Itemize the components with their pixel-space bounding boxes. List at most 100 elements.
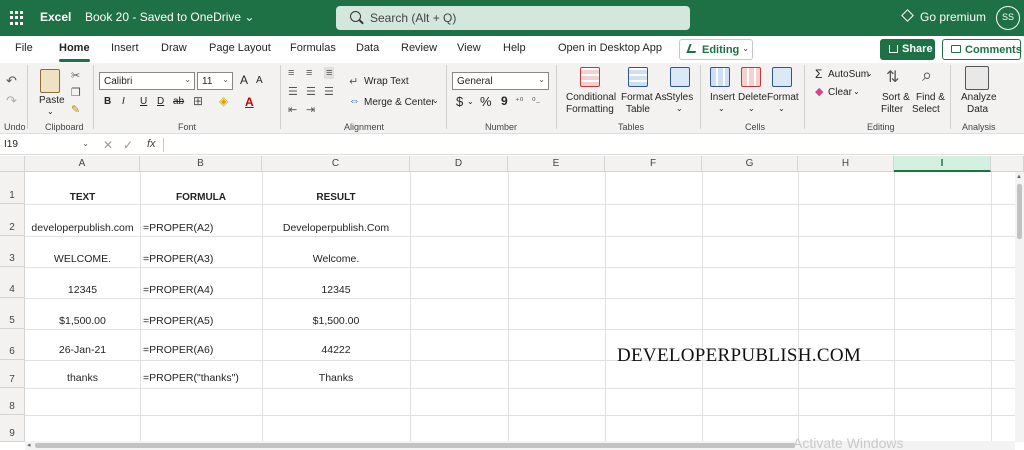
select-all-corner[interactable]	[0, 156, 25, 172]
document-name[interactable]: Book 20 - Saved to OneDrive ⌄	[85, 10, 254, 24]
vertical-scrollbar[interactable]: ▲	[1015, 172, 1024, 442]
row-header[interactable]: 7	[0, 360, 25, 388]
scrollbar-thumb[interactable]	[35, 443, 795, 448]
cell-b7[interactable]: =PROPER("thanks")	[143, 372, 239, 384]
scroll-up-icon[interactable]: ▲	[1016, 174, 1022, 180]
open-in-desktop-app[interactable]: Open in Desktop App	[558, 42, 662, 54]
column-header[interactable]: D	[410, 156, 508, 172]
decrease-indent-icon[interactable]: ⇤	[288, 103, 297, 116]
underline-button[interactable]: U	[140, 96, 147, 107]
column-header-partial[interactable]	[991, 156, 1024, 172]
autosum-button[interactable]: AutoSum	[828, 69, 869, 80]
cancel-icon[interactable]: ✕	[103, 138, 113, 152]
tab-review[interactable]: Review	[401, 42, 437, 54]
delete-cells-button[interactable]: Delete	[738, 92, 767, 103]
cell-c4[interactable]: 12345	[262, 284, 410, 296]
search-box[interactable]: Search (Alt + Q)	[336, 6, 690, 30]
align-center-icon[interactable]: ☰	[306, 85, 316, 98]
redo-icon[interactable]: ↷	[6, 93, 17, 109]
share-button[interactable]: Share	[880, 39, 935, 60]
avatar[interactable]: SS	[996, 6, 1020, 30]
cell-a2[interactable]: developerpublish.com	[25, 222, 140, 234]
shrink-font-button[interactable]: A	[256, 75, 263, 86]
format-cells-button[interactable]: Format	[767, 92, 799, 103]
paste-icon[interactable]	[40, 69, 60, 93]
copy-icon[interactable]: ❐	[71, 86, 81, 99]
tab-home[interactable]: Home	[59, 42, 90, 62]
autosum-icon[interactable]: Σ	[815, 67, 822, 81]
currency-button[interactable]: $	[456, 94, 463, 109]
chevron-down-icon[interactable]: ⌄	[676, 104, 683, 113]
cell-a6[interactable]: 26-Jan-21	[25, 344, 140, 356]
font-size-select[interactable]: 11 ⌄	[197, 72, 233, 90]
scrollbar-thumb[interactable]	[1017, 184, 1022, 239]
cell-b6[interactable]: =PROPER(A6)	[143, 344, 213, 356]
cell-styles-button[interactable]: Styles	[666, 92, 693, 103]
align-bottom-icon[interactable]: ≡	[324, 67, 335, 79]
chevron-down-icon[interactable]: ⌄	[778, 104, 785, 113]
merge-center-button[interactable]: Merge & Center	[364, 97, 435, 108]
comments-button[interactable]: Comments	[942, 39, 1022, 60]
increase-decimal-icon[interactable]: ⁺⁰	[515, 96, 523, 107]
chevron-down-icon[interactable]: ⌄	[748, 104, 755, 113]
tab-insert[interactable]: Insert	[111, 42, 139, 54]
row-header[interactable]: 3	[0, 236, 25, 267]
grow-font-button[interactable]: A	[240, 73, 248, 87]
tab-help[interactable]: Help	[503, 42, 526, 54]
enter-icon[interactable]: ✓	[123, 138, 133, 152]
percent-button[interactable]: %	[480, 94, 492, 109]
chevron-down-icon[interactable]: ⌄	[432, 96, 439, 105]
italic-button[interactable]: I	[122, 96, 125, 107]
font-name-select[interactable]: Calibri ⌄	[99, 72, 195, 90]
find-select-button[interactable]: Find &	[916, 92, 945, 103]
column-header[interactable]: C	[262, 156, 410, 172]
bold-button[interactable]: B	[104, 96, 111, 107]
undo-icon[interactable]: ↶	[6, 73, 17, 89]
clear-button[interactable]: Clear	[828, 87, 852, 98]
scroll-left-icon[interactable]: ◂	[27, 441, 31, 449]
cell-c5[interactable]: $1,500.00	[262, 315, 410, 327]
insert-function-button[interactable]: fx	[147, 138, 156, 150]
row-header[interactable]: 9	[0, 415, 25, 442]
row-header[interactable]: 4	[0, 267, 25, 298]
paste-button[interactable]: Paste	[39, 95, 65, 106]
column-header[interactable]: B	[140, 156, 262, 172]
app-name[interactable]: Excel	[40, 10, 71, 24]
cell-a1[interactable]: TEXT	[25, 192, 140, 203]
analyze-data-button[interactable]: Analyze	[961, 92, 997, 103]
cell-c2[interactable]: Developerpublish.Com	[262, 222, 410, 234]
cell-c6[interactable]: 44222	[262, 344, 410, 356]
format-painter-icon[interactable]: ✎	[71, 103, 80, 116]
borders-icon[interactable]: ⊞	[193, 94, 203, 108]
decrease-decimal-icon[interactable]: ⁰₋	[532, 96, 540, 107]
column-header[interactable]: A	[25, 156, 140, 172]
column-header[interactable]: G	[702, 156, 798, 172]
tab-page-layout[interactable]: Page Layout	[209, 42, 271, 54]
chevron-down-icon[interactable]: ⌄	[853, 87, 860, 96]
tab-view[interactable]: View	[457, 42, 481, 54]
cell-c3[interactable]: Welcome.	[262, 253, 410, 265]
font-color-icon[interactable]: A	[245, 95, 254, 109]
chevron-down-icon[interactable]: ⌄	[718, 104, 725, 113]
increase-indent-icon[interactable]: ⇥	[306, 103, 315, 116]
cell-c7[interactable]: Thanks	[262, 372, 410, 384]
align-middle-icon[interactable]: ≡	[306, 67, 312, 79]
cut-icon[interactable]: ✂	[71, 69, 80, 82]
double-underline-button[interactable]: D	[157, 96, 164, 107]
tab-file[interactable]: File	[15, 42, 33, 54]
name-box[interactable]: I19 ⌄	[0, 135, 92, 155]
merge-center-icon[interactable]: ⇔	[349, 95, 360, 107]
column-header[interactable]: F	[605, 156, 702, 172]
chevron-down-icon[interactable]: ⌄	[866, 69, 873, 78]
cell-a7[interactable]: thanks	[25, 372, 140, 384]
row-header[interactable]: 1	[0, 172, 25, 204]
tab-draw[interactable]: Draw	[161, 42, 187, 54]
row-header[interactable]: 6	[0, 329, 25, 360]
eraser-icon[interactable]: ◆	[815, 85, 823, 98]
strikethrough-button[interactable]: ab	[173, 96, 184, 107]
paste-dropdown-icon[interactable]: ⌄	[47, 107, 54, 116]
column-header[interactable]: E	[508, 156, 605, 172]
fill-color-icon[interactable]: ◈	[219, 94, 228, 108]
tab-formulas[interactable]: Formulas	[290, 42, 336, 54]
cell-a3[interactable]: WELCOME.	[25, 253, 140, 265]
